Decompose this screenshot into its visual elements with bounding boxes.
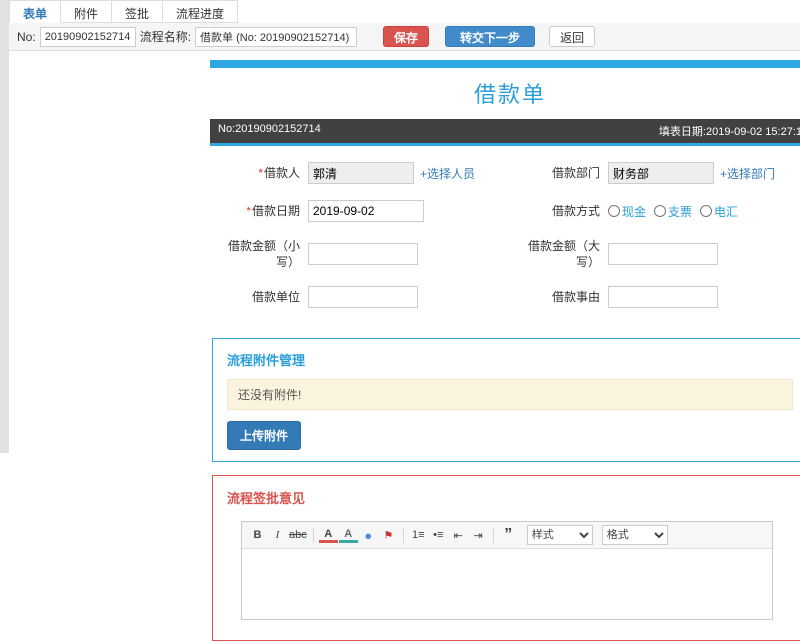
rich-text-editor: B I abc A A ● ⚑ 1≡ •≡ ⇤ ⇥ ” 样式 格式: [241, 521, 773, 621]
amount-upper-field: 借款金额（大写）: [510, 238, 800, 270]
form-fill-date: 填表日期:2019-09-02 15:27:1: [658, 126, 800, 138]
page-title: 借款单: [473, 82, 546, 107]
cash-radio-label: 现金: [622, 204, 647, 219]
no-input[interactable]: [39, 26, 136, 47]
amount-upper-label: 借款金额（大写）: [527, 239, 600, 270]
department-input[interactable]: [608, 162, 714, 184]
upload-attachment-button[interactable]: 上传附件: [227, 421, 302, 451]
wire-radio[interactable]: [700, 205, 713, 217]
select-person-link[interactable]: +选择人员: [420, 165, 475, 182]
strikethrough-icon[interactable]: abc: [288, 528, 308, 542]
amount-lower-label: 借款金额（小写）: [227, 239, 300, 270]
tab-attachments[interactable]: 附件: [61, 0, 113, 23]
tab-form[interactable]: 表单: [9, 0, 62, 23]
amount-lower-input[interactable]: [308, 243, 418, 266]
no-label: No:: [17, 29, 36, 44]
no-attachments-notice: 还没有附件!: [227, 379, 793, 411]
text-color-icon[interactable]: A: [318, 528, 338, 543]
required-mark: *: [246, 203, 251, 218]
process-name-input[interactable]: [195, 26, 358, 47]
check-radio-option[interactable]: 支票: [654, 203, 692, 220]
select-department-link[interactable]: +选择部门: [720, 165, 775, 182]
required-mark: *: [258, 165, 263, 180]
loan-method-options: 现金 支票 电汇: [608, 203, 738, 220]
toolbar-separator: [492, 527, 494, 543]
borrower-input[interactable]: [308, 162, 414, 184]
loan-method-field: 借款方式 现金 支票 电汇: [510, 200, 800, 222]
outdent-icon[interactable]: ⇤: [449, 528, 468, 543]
style-select[interactable]: 样式: [526, 525, 593, 546]
loan-date-label: *借款日期: [246, 203, 300, 218]
loan-date-input[interactable]: [308, 200, 424, 222]
toolbar: No: 流程名称: 保存 转交下一步 返回: [9, 23, 800, 51]
approval-section: 流程签批意见 B I abc A A ● ⚑ 1≡ •≡ ⇤ ⇥ ” 样式 格式: [212, 475, 800, 641]
amount-upper-input[interactable]: [608, 243, 718, 266]
editor-content[interactable]: [242, 549, 772, 620]
loan-reason-input[interactable]: [608, 286, 718, 309]
title-area: 借款单: [210, 68, 800, 119]
loan-unit-field: 借款单位: [210, 286, 510, 309]
borrower-field: *借款人 +选择人员: [210, 162, 510, 184]
process-name-label: 流程名称:: [139, 30, 192, 44]
toolbar-separator: [402, 527, 404, 543]
tab-approval[interactable]: 签批: [112, 0, 164, 23]
blockquote-icon[interactable]: ”: [499, 527, 518, 543]
flag-icon[interactable]: ⚑: [379, 528, 398, 543]
italic-icon[interactable]: I: [268, 528, 287, 542]
loan-form-panel: 借款单 No:20190902152714 填表日期:2019-09-02 15…: [210, 60, 800, 641]
left-gutter: [0, 0, 9, 453]
panel-top-bar: [210, 60, 800, 68]
approval-title: 流程签批意见: [227, 491, 306, 507]
cash-radio-option[interactable]: 现金: [608, 203, 646, 220]
form-fields: *借款人 +选择人员 借款部门 +选择部门 *借款日期 借款方式 现金 支票 电…: [210, 146, 800, 329]
borrower-label: *借款人: [258, 165, 300, 180]
indent-icon[interactable]: ⇥: [469, 528, 488, 543]
loan-method-label: 借款方式: [551, 203, 600, 218]
check-radio-label: 支票: [668, 204, 693, 219]
back-button[interactable]: 返回: [549, 26, 596, 47]
bullet-list-icon[interactable]: •≡: [429, 528, 448, 542]
link-icon[interactable]: ●: [359, 527, 378, 544]
next-step-button[interactable]: 转交下一步: [445, 26, 536, 47]
cash-radio[interactable]: [608, 205, 620, 217]
loan-reason-field: 借款事由: [510, 286, 800, 309]
amount-lower-field: 借款金额（小写）: [210, 238, 510, 270]
attachments-title: 流程附件管理: [227, 353, 306, 369]
loan-unit-input[interactable]: [308, 286, 418, 309]
meta-strip: No:20190902152714 填表日期:2019-09-02 15:27:…: [210, 119, 800, 143]
save-button[interactable]: 保存: [383, 26, 430, 47]
numbered-list-icon[interactable]: 1≡: [409, 528, 428, 542]
toolbar-separator: [312, 527, 314, 543]
form-number: No:20190902152714: [218, 123, 321, 135]
department-label: 借款部门: [551, 165, 600, 180]
format-select[interactable]: 格式: [601, 525, 668, 546]
bold-icon[interactable]: B: [248, 528, 267, 542]
tab-bar: 表单 附件 签批 流程进度: [9, 0, 800, 24]
department-field: 借款部门 +选择部门: [510, 162, 800, 184]
check-radio[interactable]: [654, 205, 667, 217]
loan-unit-label: 借款单位: [251, 290, 300, 305]
wire-radio-option[interactable]: 电汇: [700, 203, 738, 220]
loan-date-field: *借款日期: [210, 200, 510, 222]
editor-toolbar: B I abc A A ● ⚑ 1≡ •≡ ⇤ ⇥ ” 样式 格式: [242, 522, 772, 550]
wire-radio-label: 电汇: [714, 204, 739, 219]
tab-progress[interactable]: 流程进度: [163, 0, 239, 23]
attachments-section: 流程附件管理 还没有附件! 上传附件: [212, 338, 800, 463]
highlight-color-icon[interactable]: A: [338, 528, 358, 543]
loan-reason-label: 借款事由: [551, 290, 600, 305]
